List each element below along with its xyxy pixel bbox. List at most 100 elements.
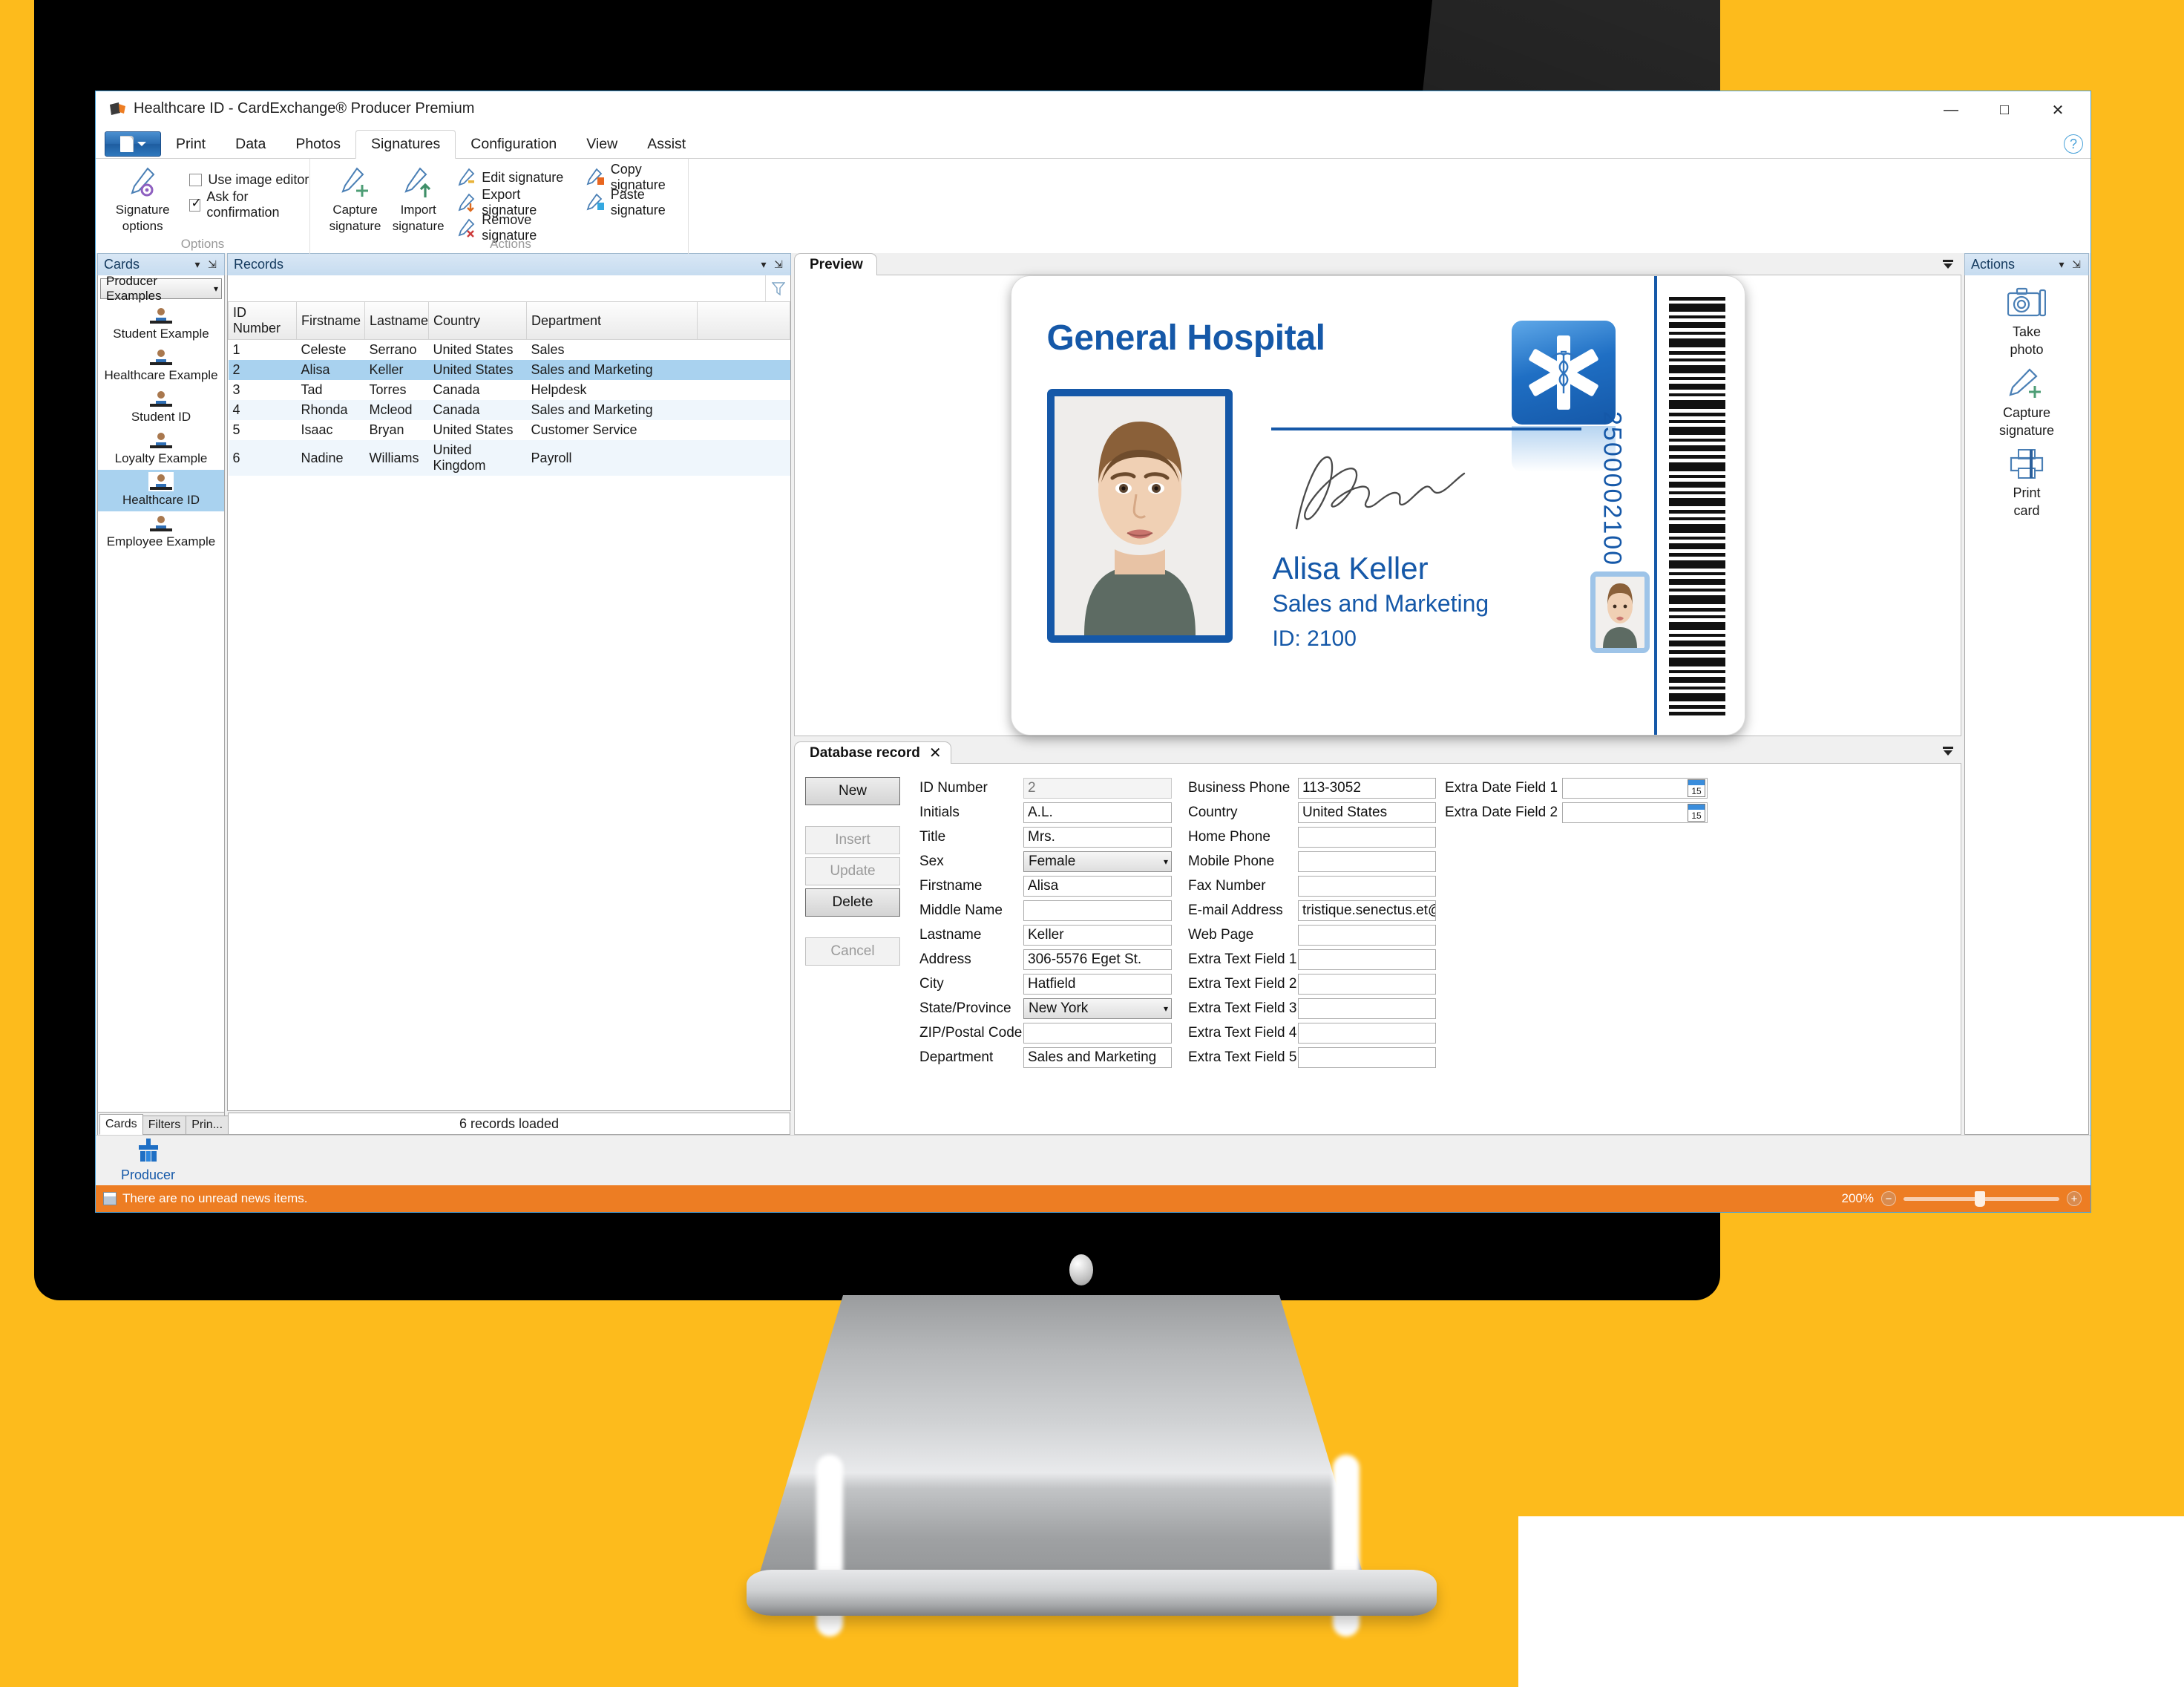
database-record-overflow-icon[interactable] bbox=[1941, 745, 1955, 761]
import-signature-button[interactable]: Import signature bbox=[387, 163, 450, 233]
preview-overflow-icon[interactable] bbox=[1941, 258, 1955, 274]
field-value-address[interactable]: 306-5576 Eget St. bbox=[1023, 949, 1172, 970]
field-select-sex[interactable]: Female ▾ bbox=[1023, 851, 1172, 872]
insert-button[interactable]: Insert bbox=[805, 826, 900, 854]
field-select-state-province[interactable]: New York ▾ bbox=[1023, 998, 1172, 1019]
print-card-button[interactable]: Print card bbox=[2007, 448, 2046, 518]
panel-tab-printers[interactable]: Prin... bbox=[186, 1116, 229, 1135]
tab-assist[interactable]: Assist bbox=[632, 130, 701, 158]
export-signature-button[interactable]: Export signature bbox=[457, 187, 573, 217]
table-row[interactable]: 6 Nadine Williams United Kingdom Payroll bbox=[228, 440, 790, 476]
field-value-country[interactable]: United States bbox=[1298, 802, 1436, 823]
card-item-employee-example[interactable]: Employee Example bbox=[98, 511, 224, 553]
table-row[interactable]: 1 Celeste Serrano United States Sales bbox=[229, 340, 790, 361]
field-value-extra-text-2[interactable] bbox=[1298, 973, 1436, 995]
close-icon[interactable]: ✕ bbox=[929, 744, 942, 762]
card-item-healthcare-id[interactable]: Healthcare ID bbox=[98, 470, 224, 511]
tab-signatures[interactable]: Signatures bbox=[355, 130, 456, 159]
table-row[interactable]: 3 Tad Torres Canada Helpdesk bbox=[229, 380, 790, 400]
pin-icon[interactable]: ⇲ bbox=[205, 258, 220, 272]
tab-configuration[interactable]: Configuration bbox=[456, 130, 571, 158]
zoom-slider[interactable] bbox=[1903, 1190, 2059, 1207]
table-row[interactable]: 2 Alisa Keller United States Sales and M… bbox=[228, 360, 790, 380]
field-value-extra-date-1[interactable]: 15 bbox=[1562, 777, 1708, 799]
column-header-id-number[interactable]: ID Number bbox=[228, 302, 297, 340]
panel-tab-filters[interactable]: Filters bbox=[142, 1116, 187, 1135]
chevron-down-icon[interactable]: ▾ bbox=[190, 258, 205, 272]
field-value-web-page[interactable] bbox=[1298, 924, 1436, 946]
id-card-preview[interactable]: General Hospital Alisa Keller Sales and … bbox=[1010, 275, 1745, 736]
field-value-extra-text-1[interactable] bbox=[1298, 949, 1436, 970]
field-value-zip-postal-code[interactable] bbox=[1023, 1022, 1172, 1044]
field-value-lastname[interactable]: Keller bbox=[1023, 924, 1172, 946]
field-value-extra-date-2[interactable]: 15 bbox=[1562, 802, 1708, 823]
card-item-loyalty-example[interactable]: Loyalty Example bbox=[98, 428, 224, 470]
field-value-email-address[interactable]: tristique.senectus.et@utmiD bbox=[1298, 900, 1436, 921]
calendar-icon[interactable]: 15 bbox=[1688, 803, 1705, 822]
signature-options-button[interactable]: Signature options bbox=[106, 163, 179, 233]
capture-signature-button[interactable]: Capture signature bbox=[324, 163, 387, 233]
column-header-department[interactable]: Department bbox=[526, 302, 698, 340]
field-value-firstname[interactable]: Alisa bbox=[1023, 875, 1172, 897]
table-row[interactable]: 5 Isaac Bryan United States Customer Ser… bbox=[229, 420, 790, 440]
zoom-slider-thumb[interactable] bbox=[1975, 1190, 1985, 1207]
update-button[interactable]: Update bbox=[805, 857, 900, 885]
maximize-button[interactable]: □ bbox=[1978, 91, 2031, 128]
field-value-business-phone[interactable]: 113-3052 bbox=[1298, 777, 1436, 799]
field-value-title[interactable]: Mrs. bbox=[1023, 826, 1172, 848]
card-item-student-example[interactable]: Student Example bbox=[98, 304, 224, 345]
card-signature-image bbox=[1283, 441, 1543, 537]
card-item-healthcare-example[interactable]: Healthcare Example bbox=[98, 345, 224, 387]
cancel-button[interactable]: Cancel bbox=[805, 937, 900, 966]
tab-data[interactable]: Data bbox=[220, 130, 281, 158]
field-value-fax-number[interactable] bbox=[1298, 875, 1436, 897]
column-header-lastname[interactable]: Lastname bbox=[364, 302, 429, 340]
filter-icon[interactable] bbox=[765, 275, 790, 301]
field-value-middle-name[interactable] bbox=[1023, 900, 1172, 921]
field-value-department[interactable]: Sales and Marketing bbox=[1023, 1046, 1172, 1068]
edit-signature-button[interactable]: Edit signature bbox=[457, 166, 573, 189]
paste-signature-button[interactable]: Paste signature bbox=[586, 187, 688, 217]
panel-tab-cards[interactable]: Cards bbox=[99, 1114, 143, 1135]
zoom-in-button[interactable]: + bbox=[2067, 1191, 2082, 1206]
file-menu-button[interactable] bbox=[105, 131, 161, 157]
tab-preview[interactable]: Preview bbox=[794, 253, 877, 275]
field-value-id-number[interactable]: 2 bbox=[1023, 777, 1172, 799]
calendar-icon[interactable]: 15 bbox=[1688, 779, 1705, 797]
field-value-home-phone[interactable] bbox=[1298, 826, 1436, 848]
pin-icon[interactable]: ⇲ bbox=[2069, 258, 2084, 272]
chevron-down-icon[interactable]: ▾ bbox=[756, 258, 771, 272]
cards-group-select[interactable]: Producer Examples ▾ bbox=[100, 274, 222, 303]
remove-signature-button[interactable]: Remove signature bbox=[457, 212, 573, 243]
close-button[interactable]: ✕ bbox=[2031, 91, 2085, 128]
chevron-down-icon[interactable]: ▾ bbox=[2054, 258, 2069, 272]
field-value-initials[interactable]: A.L. bbox=[1023, 802, 1172, 823]
minimize-button[interactable]: — bbox=[1924, 91, 1978, 128]
capture-signature-button[interactable]: Capture signature bbox=[1999, 367, 2054, 438]
copy-signature-button[interactable]: Copy signature bbox=[586, 162, 688, 192]
tab-photos[interactable]: Photos bbox=[281, 130, 355, 158]
tab-view[interactable]: View bbox=[571, 130, 632, 158]
field-value-extra-text-4[interactable] bbox=[1298, 1022, 1436, 1044]
title-bar: Healthcare ID - CardExchange® Producer P… bbox=[96, 91, 2090, 128]
table-row[interactable]: 4 Rhonda Mcleod Canada Sales and Marketi… bbox=[228, 400, 790, 420]
help-icon[interactable]: ? bbox=[2064, 134, 2083, 154]
take-photo-button[interactable]: Take photo bbox=[2007, 287, 2047, 357]
tab-database-record[interactable]: Database record ✕ bbox=[794, 741, 951, 764]
column-header-country[interactable]: Country bbox=[428, 302, 527, 340]
checkbox-ask-for-confirmation[interactable]: Ask for confirmation bbox=[189, 189, 309, 220]
field-value-city[interactable]: Hatfield bbox=[1023, 973, 1172, 995]
nav-item-producer[interactable]: Producer bbox=[121, 1138, 175, 1183]
card-item-student-id[interactable]: Student ID bbox=[98, 387, 224, 428]
field-value-mobile-phone[interactable] bbox=[1298, 851, 1436, 872]
tab-print[interactable]: Print bbox=[161, 130, 220, 158]
search-input[interactable] bbox=[228, 275, 765, 301]
zoom-out-button[interactable]: − bbox=[1881, 1191, 1896, 1206]
column-header-firstname[interactable]: Firstname bbox=[296, 302, 365, 340]
field-value-extra-text-3[interactable] bbox=[1298, 998, 1436, 1019]
checkbox-use-image-editor[interactable]: Use image editor bbox=[189, 169, 309, 190]
delete-button[interactable]: Delete bbox=[805, 888, 900, 917]
field-value-extra-text-5[interactable] bbox=[1298, 1046, 1436, 1068]
new-button[interactable]: New bbox=[805, 777, 900, 805]
pin-icon[interactable]: ⇲ bbox=[771, 258, 786, 272]
